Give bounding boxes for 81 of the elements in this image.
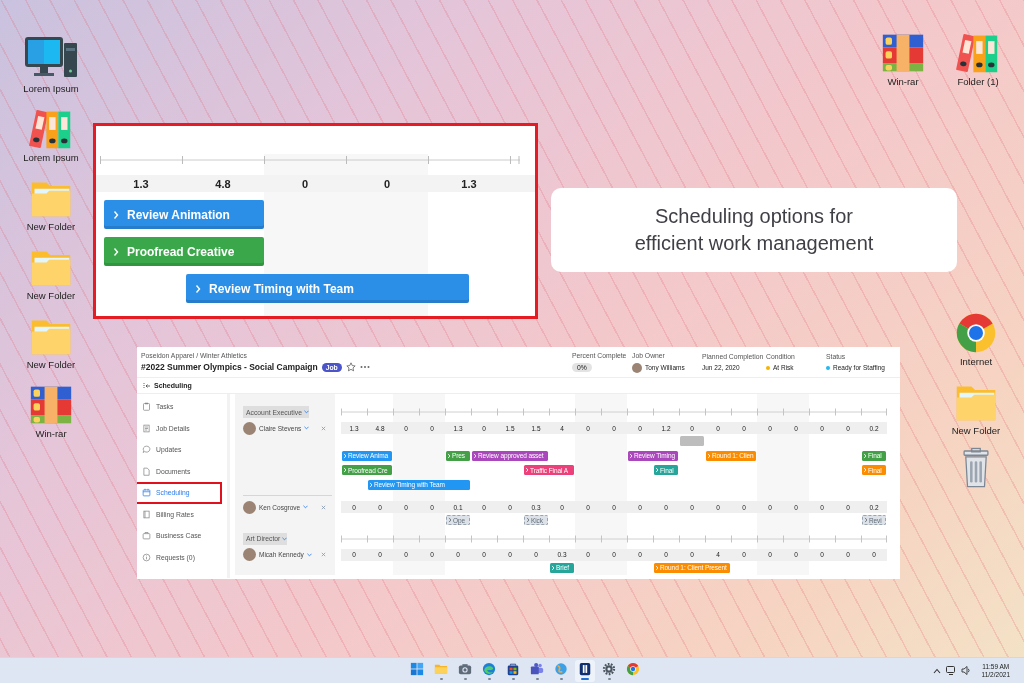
task-bar[interactable]: Review Timing with Team xyxy=(186,274,469,303)
document-icon xyxy=(142,423,151,433)
taskbar-button[interactable] xyxy=(575,659,595,682)
chevron-icon xyxy=(655,564,659,571)
swirl-icon xyxy=(482,661,496,676)
chevron-icon xyxy=(369,481,373,488)
icon-label: Lorem Ipsum xyxy=(23,83,79,94)
chevron-icon xyxy=(343,467,347,474)
star-icon[interactable] xyxy=(345,362,356,372)
start-icon xyxy=(410,661,424,676)
chat-icon xyxy=(142,445,151,455)
task-bar[interactable]: Review Animation xyxy=(104,200,264,229)
info-icon xyxy=(142,552,151,562)
callout-text: Scheduling options for efficient work management xyxy=(633,204,875,256)
browser-icon xyxy=(626,661,640,676)
globe-icon xyxy=(554,661,568,676)
job-title: #2022 Summer Olympics - Social Campaign xyxy=(141,362,318,372)
chevron-icon xyxy=(863,452,867,459)
settings-icon xyxy=(602,661,616,676)
chevron-icon xyxy=(551,564,555,571)
chevron-icon xyxy=(113,246,119,257)
chevron-icon xyxy=(113,209,119,220)
chevron-icon xyxy=(447,452,451,459)
avatar xyxy=(632,362,642,373)
chevron-icon xyxy=(525,467,529,474)
caret-icon[interactable] xyxy=(304,426,310,430)
chevron-icon xyxy=(448,517,452,524)
time-block xyxy=(680,436,704,447)
camera-icon xyxy=(458,661,472,676)
app-icon xyxy=(578,661,592,676)
close-icon[interactable] xyxy=(321,504,326,510)
monitor-icon[interactable] xyxy=(945,666,956,675)
task-bar[interactable]: Proofread Creative xyxy=(104,237,264,266)
avatar xyxy=(243,548,256,561)
hours-value: 1.3 xyxy=(460,177,478,190)
chevron-icon xyxy=(863,467,867,474)
hours-value: 0 xyxy=(382,177,392,190)
icon-label: Internet xyxy=(959,356,993,367)
hours-value: 1.3 xyxy=(132,177,150,190)
chevron-icon xyxy=(473,452,477,459)
icon-label: Win-rar xyxy=(887,76,919,87)
chevron-icon xyxy=(707,452,711,459)
volume-icon[interactable] xyxy=(960,666,971,675)
caret-up-icon[interactable] xyxy=(932,667,941,674)
icon-label: New Folder xyxy=(26,359,76,370)
calendar-icon xyxy=(142,488,151,498)
icon-label: Lorem Ipsum xyxy=(23,152,79,163)
page-icon xyxy=(142,466,151,476)
chevron-icon xyxy=(526,517,530,524)
caret-icon[interactable] xyxy=(306,552,312,557)
caret-icon[interactable] xyxy=(303,505,309,509)
icon-label: Folder (1) xyxy=(957,76,999,87)
book-icon xyxy=(142,509,151,519)
chevron-icon xyxy=(655,467,659,474)
icon-label: New Folder xyxy=(26,221,76,232)
more-icon[interactable] xyxy=(359,365,370,369)
chevron-icon xyxy=(629,452,633,459)
close-icon[interactable] xyxy=(321,425,326,431)
close-icon[interactable] xyxy=(321,552,326,557)
shopping-bag-icon xyxy=(506,661,520,676)
archive-icon[interactable] xyxy=(881,32,925,74)
avatar xyxy=(243,500,256,514)
briefcase-icon xyxy=(142,531,151,541)
caret-icon xyxy=(303,410,309,414)
icon-label: New Folder xyxy=(26,290,76,301)
people-icon xyxy=(530,661,544,676)
hours-value: 4.8 xyxy=(214,177,232,190)
hours-value: 0 xyxy=(300,177,310,190)
avatar xyxy=(243,421,256,435)
chevron-icon xyxy=(864,517,868,524)
clipboard-icon xyxy=(142,402,151,412)
chevron-icon xyxy=(195,283,201,294)
binders-icon[interactable] xyxy=(29,108,73,150)
collapse-icon[interactable] xyxy=(143,381,151,390)
chevron-icon xyxy=(343,452,347,459)
browser-icon[interactable] xyxy=(954,312,998,354)
archive-icon[interactable] xyxy=(29,384,73,426)
icon-label: New Folder xyxy=(951,425,1001,436)
icon-label: Win-rar xyxy=(35,428,67,439)
binders-icon[interactable] xyxy=(956,32,1000,74)
caret-icon xyxy=(282,536,288,541)
